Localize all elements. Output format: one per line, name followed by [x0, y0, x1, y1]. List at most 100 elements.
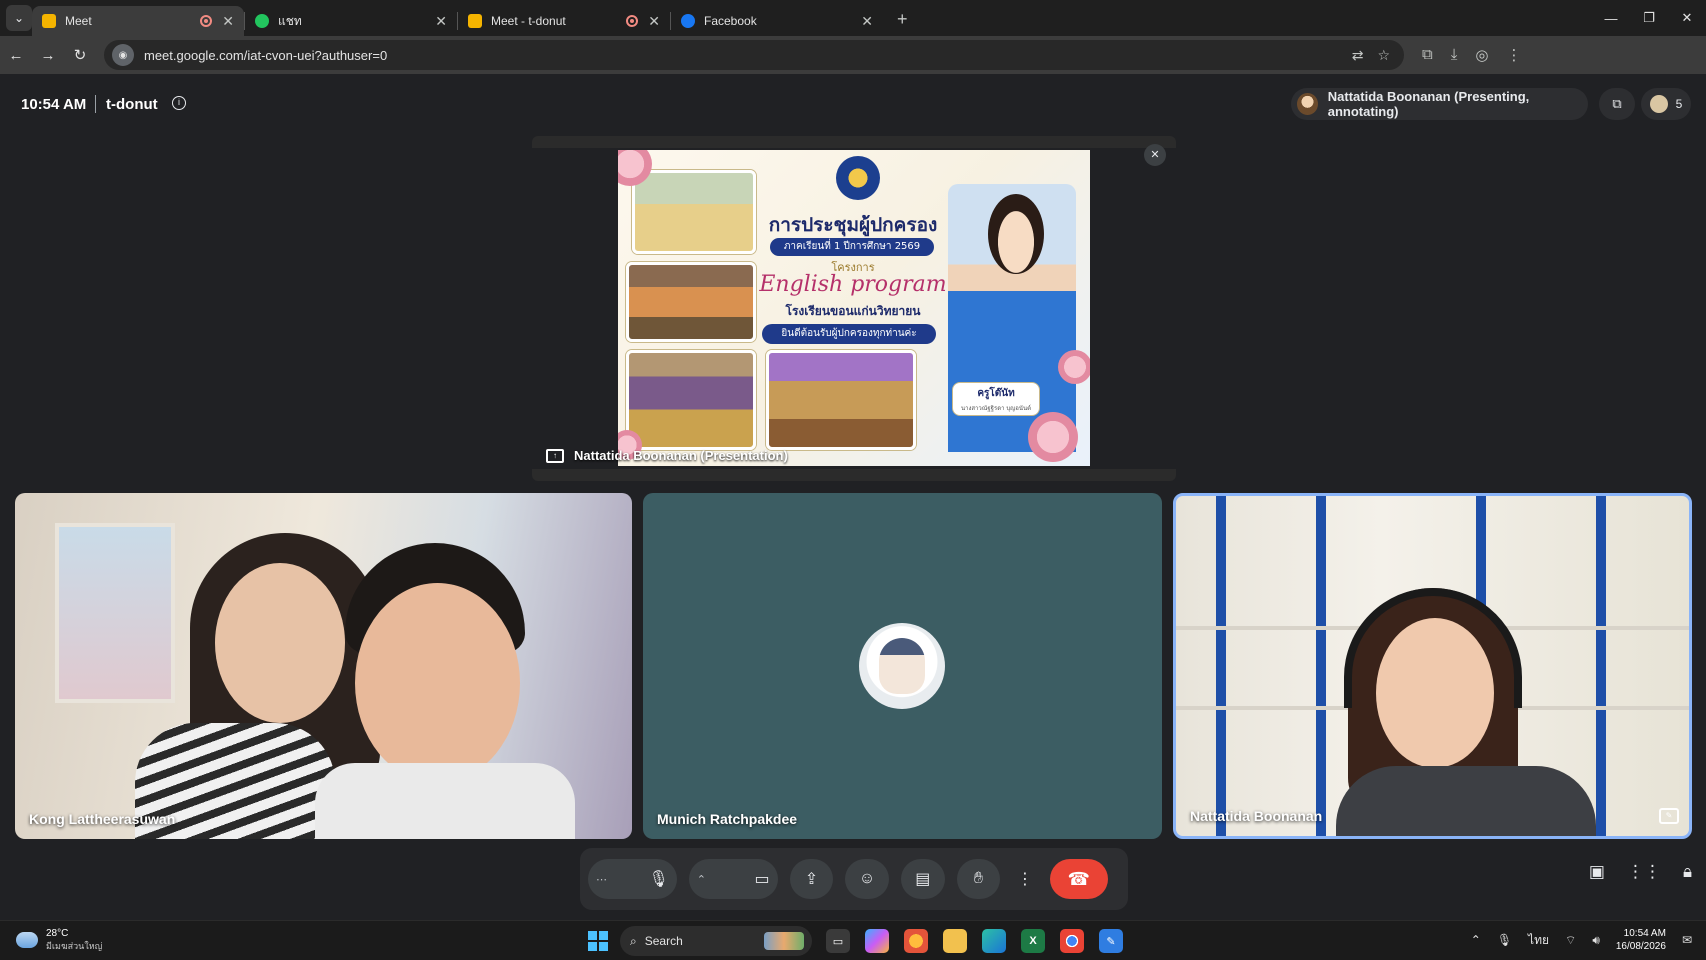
close-tab-icon[interactable]: ✕	[861, 13, 873, 30]
meeting-time: 10:54 AM	[21, 96, 87, 113]
participant-tile[interactable]: Munich Ratchpakdee	[643, 493, 1162, 839]
taskbar-search[interactable]: ⌕ Search	[620, 926, 812, 956]
camera-control[interactable]: ⌃ ▭	[688, 859, 778, 899]
edge-icon[interactable]	[982, 929, 1006, 953]
participants-button[interactable]: 5	[1641, 88, 1691, 120]
school-emblem-icon	[836, 156, 880, 200]
host-controls-icon[interactable]: 🔒︎	[1683, 862, 1692, 882]
weather-widget[interactable]: 28°C มีเมฆส่วนใหญ่	[16, 928, 102, 952]
annotate-icon[interactable]: ✎	[1659, 808, 1679, 824]
translate-icon[interactable]: ⇄	[1352, 47, 1364, 64]
call-controls: ⋯ 🎙︎ ⌃ ▭ ⇪ ☺ ▤ ✋︎ ⋮ ☎	[580, 848, 1128, 910]
layout-button[interactable]: ⧉	[1599, 88, 1635, 120]
screen: ⌄ Meet ✕ แชท ✕ Meet - t-donut ✕ Facebook…	[0, 0, 1706, 960]
present-button[interactable]: ⇪	[789, 859, 834, 899]
participant-face	[215, 563, 345, 723]
slide-photo	[766, 350, 916, 450]
muted-icon: ✕	[1144, 144, 1166, 166]
apps-grid-icon[interactable]: ⋮⋮	[1627, 862, 1661, 882]
slide-program: English program	[759, 272, 947, 297]
notification-icon[interactable]: ✉	[1682, 933, 1692, 947]
new-tab-button[interactable]: +	[897, 9, 908, 30]
tab-facebook[interactable]: Facebook ✕	[671, 6, 883, 36]
presenter-status-text: Nattatida Boonanan (Presenting, annotati…	[1327, 89, 1530, 119]
tab-chat[interactable]: แชท ✕	[245, 6, 457, 36]
chat-favicon-icon	[255, 14, 269, 28]
participant-tile[interactable]: Kong Lattheerasuwan	[15, 493, 632, 839]
meet-header: 10:54 AM t-donut i Nattatida Boonanan (P…	[0, 84, 1706, 124]
window-controls: — ❐ ✕	[1592, 0, 1706, 36]
phone-hangup-icon: ☎	[1067, 868, 1091, 889]
participant-tile-active-speaker[interactable]: Nattatida Boonanan ✎	[1173, 493, 1692, 839]
extensions-icon[interactable]: ⧉	[1422, 46, 1433, 64]
excel-icon[interactable]: X	[1021, 929, 1045, 953]
tab-title: Meet - t-donut	[491, 14, 566, 28]
shared-screen-statusbar	[532, 469, 1176, 481]
language-indicator[interactable]: ไทย	[1528, 931, 1549, 950]
close-window-icon[interactable]: ✕	[1668, 0, 1706, 36]
slide-term: ภาคเรียนที่ 1 ปีการศึกษา 2569	[770, 238, 934, 256]
windows-start-icon[interactable]	[588, 931, 608, 951]
copilot-icon[interactable]	[865, 929, 889, 953]
chevron-up-icon[interactable]: ⌃	[697, 873, 706, 886]
more-options-button[interactable]: ⋮	[1012, 859, 1037, 899]
meet-favicon-icon	[42, 14, 56, 28]
slide-school: โรงเรียนขอนแก่นวิทยายน	[785, 304, 921, 318]
toolbar-actions: ⧉ ⤓ ◎ ⋮	[1422, 46, 1521, 64]
microphone-control[interactable]: ⋯ 🎙︎	[588, 859, 677, 899]
weather-description: มีเมฆส่วนใหญ่	[46, 941, 103, 951]
close-tab-icon[interactable]: ✕	[648, 13, 660, 30]
participants-icon	[1649, 95, 1668, 113]
chrome-icon[interactable]	[1060, 929, 1084, 953]
presenter-status-pill[interactable]: Nattatida Boonanan (Presenting, annotati…	[1291, 88, 1588, 120]
volume-icon[interactable]: 🔊︎	[1592, 933, 1600, 948]
bookmark-star-icon[interactable]: ☆	[1377, 47, 1390, 64]
tab-search-button[interactable]: ⌄	[6, 5, 32, 31]
chevron-up-icon[interactable]: ⌃	[1471, 933, 1481, 947]
clock-date: 16/08/2026	[1615, 941, 1666, 952]
firefox-icon[interactable]	[904, 929, 928, 953]
participant-clothing	[1336, 766, 1596, 836]
camera-icon[interactable]: ▭	[754, 869, 769, 889]
forward-icon[interactable]: →	[32, 47, 64, 64]
cabinet-frame	[1316, 496, 1326, 836]
present-screen-icon: ⇪	[804, 871, 819, 888]
taskbar-clock[interactable]: 10:54 AM 16/08/2026	[1616, 927, 1666, 953]
info-icon[interactable]: i	[172, 96, 186, 110]
site-info-icon[interactable]: ◉	[112, 44, 134, 66]
close-tab-icon[interactable]: ✕	[222, 13, 234, 30]
teacher-card: ครูโต๊นัท นางสาวณัฐฐิรดา บุญอนันต์	[952, 382, 1040, 416]
restore-icon[interactable]: ❐	[1630, 0, 1668, 36]
tab-meet[interactable]: Meet ✕	[32, 6, 244, 36]
presentation-tile[interactable]: การประชุมผู้ปกครอง ภาคเรียนที่ 1 ปีการศึ…	[532, 136, 1176, 481]
reactions-button[interactable]: ☺	[845, 859, 889, 899]
profile-icon[interactable]: ◎	[1475, 46, 1488, 64]
emoji-icon: ☺	[858, 870, 876, 887]
wifi-icon[interactable]: ⌔	[1565, 933, 1576, 948]
chat-icon[interactable]: ▣	[1589, 862, 1605, 882]
participant-name: Munich Ratchpakdee	[657, 811, 798, 827]
reload-icon[interactable]: ↻	[64, 46, 96, 64]
file-explorer-icon[interactable]	[943, 929, 967, 953]
leave-call-button[interactable]: ☎	[1049, 859, 1108, 899]
captions-button[interactable]: ▤	[900, 859, 945, 899]
recording-icon	[626, 15, 639, 27]
download-icon[interactable]: ⤓	[1451, 46, 1458, 64]
more-audio-options-icon[interactable]: ⋯	[596, 873, 607, 886]
minimize-icon[interactable]: —	[1592, 0, 1630, 36]
tab-title: Facebook	[704, 14, 757, 28]
participant-clothing	[315, 763, 575, 839]
close-tab-icon[interactable]: ✕	[435, 13, 447, 30]
back-icon[interactable]: ←	[0, 47, 32, 64]
task-view-icon[interactable]: ▭	[826, 929, 850, 953]
omnibox-actions: ⇄ ☆	[1352, 47, 1404, 64]
address-bar[interactable]: ◉ meet.google.com/iat-cvon-uei?authuser=…	[104, 40, 1404, 70]
tab-meet-t-donut[interactable]: Meet - t-donut ✕	[458, 6, 670, 36]
whiteboard-icon[interactable]: ✎	[1099, 929, 1123, 953]
microphone-tray-icon[interactable]: 🎙︎	[1497, 933, 1512, 947]
raise-hand-button[interactable]: ✋︎	[956, 859, 1001, 899]
microphone-icon[interactable]: 🎙︎	[648, 869, 668, 889]
menu-icon[interactable]: ⋮	[1506, 46, 1521, 64]
meeting-code: t-donut	[106, 96, 158, 113]
teacher-subtitle: นางสาวณัฐฐิรดา บุญอนันต์	[960, 405, 1031, 412]
